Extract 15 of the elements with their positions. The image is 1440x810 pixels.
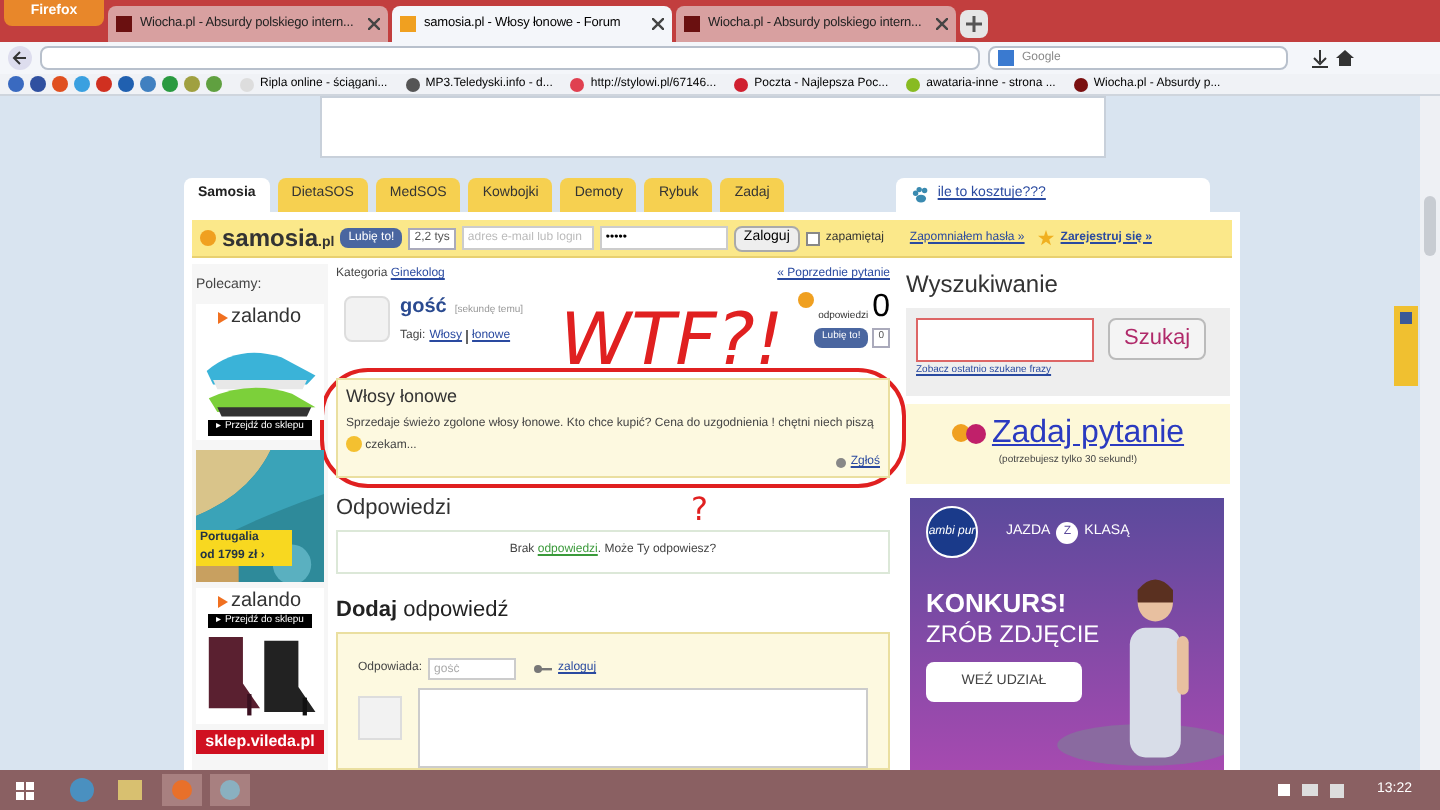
search-button[interactable]: Szukaj xyxy=(1108,318,1207,360)
ad-banner[interactable]: sklep.vileda.pl xyxy=(196,729,324,753)
ask-question-link[interactable]: Zadaj pytanie xyxy=(991,418,1185,451)
answers-count: 0 xyxy=(872,292,890,324)
ad-headline: KONKURS! xyxy=(926,590,1069,616)
brand-text: zalando xyxy=(230,591,302,611)
handwritten-annotation: WTF?! xyxy=(560,306,784,378)
question-title: Włosy łonowe xyxy=(346,384,460,410)
search-heading: Wyszukiwanie xyxy=(906,268,1060,302)
ad-subline: ZRÓB ZDJĘCIE xyxy=(926,622,1102,646)
author-name: gość xyxy=(400,294,447,322)
brand-text: zalando xyxy=(230,307,302,327)
handwritten-annotation: ? xyxy=(690,493,708,525)
section-heading: Odpowiedzi xyxy=(336,494,451,524)
section-heading: Dodaj odpowiedź xyxy=(336,595,511,625)
